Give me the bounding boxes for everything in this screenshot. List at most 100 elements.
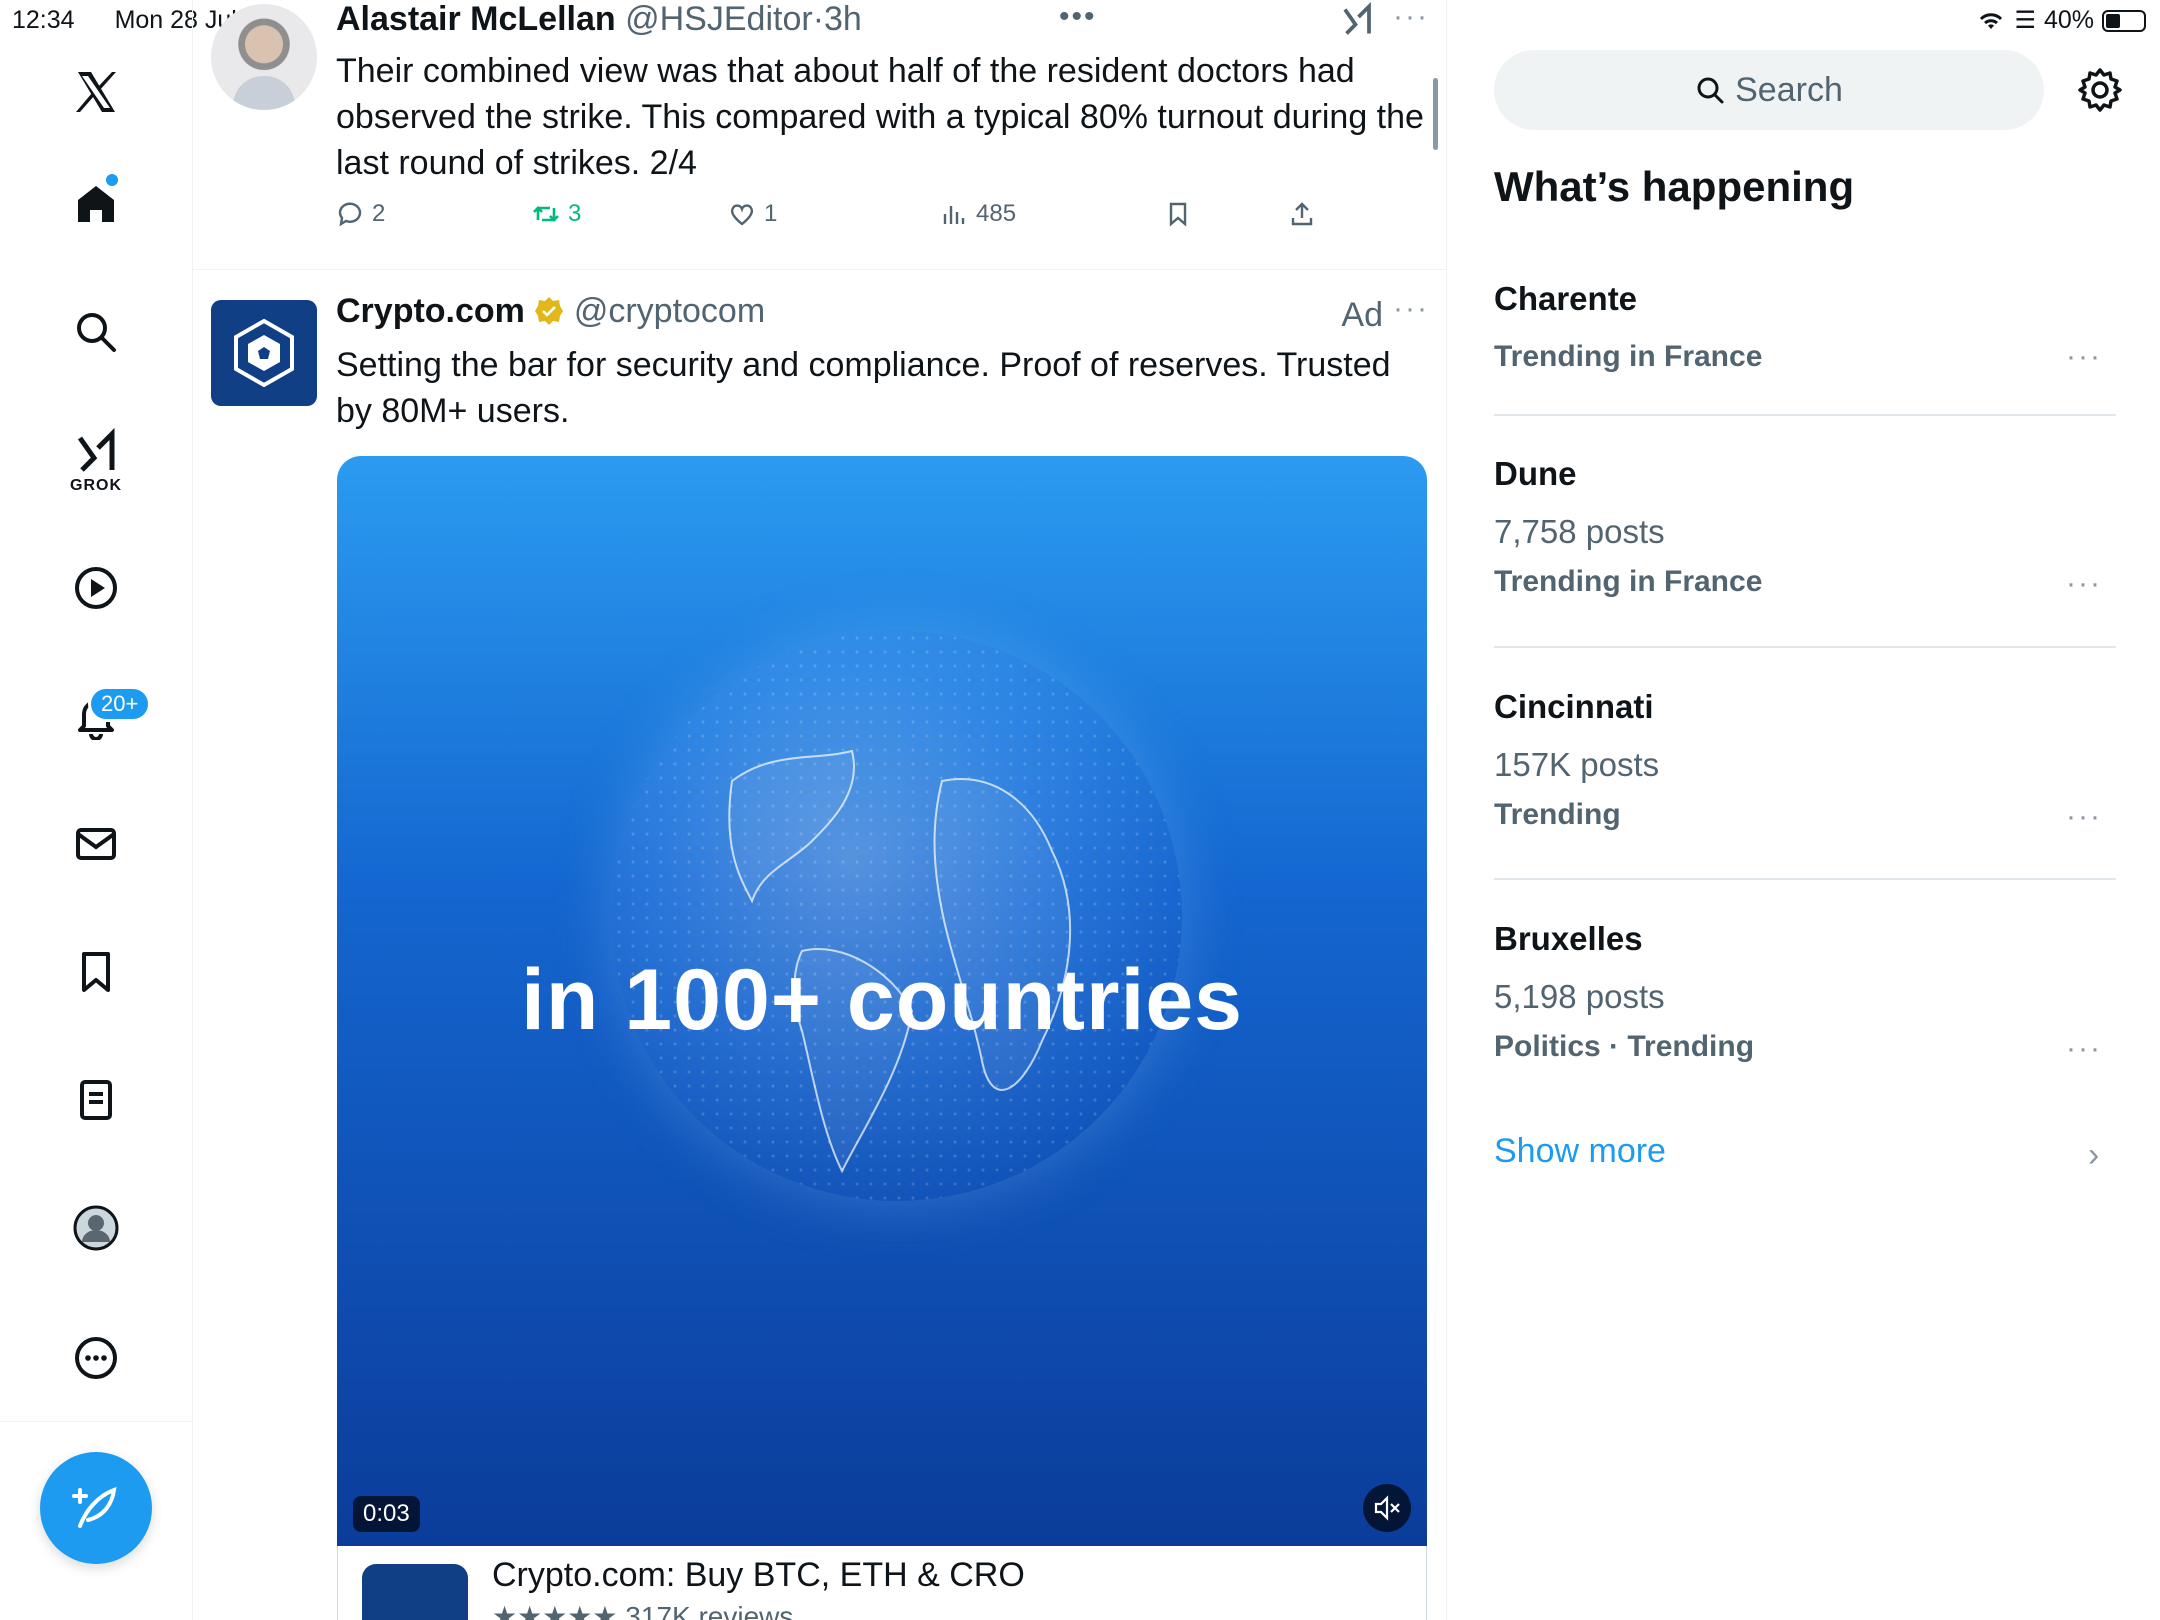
search-icon [1697, 77, 1724, 104]
tweet-header: Alastair McLellan @HSJEditor·3h [336, 0, 862, 39]
reply-button[interactable]: 2 [336, 200, 385, 228]
tweet-time[interactable]: 3h [824, 0, 862, 38]
author-handle[interactable]: @HSJEditor [625, 0, 813, 38]
trend-meta: Trending [1494, 798, 1621, 831]
timeline-feed[interactable]: Alastair McLellan @HSJEditor·3h ••• ··· … [193, 0, 1447, 1620]
reply-count: 2 [372, 200, 386, 227]
retweet-count: 3 [568, 200, 582, 227]
tweet[interactable]: Alastair McLellan @HSJEditor·3h ••• ··· … [193, 0, 1447, 270]
app-card[interactable]: Crypto.com: Buy BTC, ETH & CRO ★★★★★ 317… [337, 1546, 1427, 1620]
advertiser-handle[interactable]: @cryptocom [574, 292, 765, 330]
reply-icon [338, 202, 362, 227]
video-overlay-text: in 100+ countries [520, 952, 1243, 1048]
rating-stars: ★★★★★ [492, 1601, 618, 1620]
grok-tweet-icon[interactable] [1339, 2, 1375, 38]
ad-tweet[interactable]: Crypto.com @cryptocom Ad ··· Setting the… [193, 272, 1447, 1620]
page-indicator-dots-icon: ••• [1059, 0, 1097, 33]
trend-more-icon[interactable]: ··· [2066, 1032, 2102, 1066]
home-notification-dot [106, 174, 118, 186]
trend-meta: Trending in France [1494, 565, 1763, 598]
search-bar[interactable]: Search [1494, 50, 2044, 130]
heart-icon [730, 204, 754, 226]
app-icon [362, 1564, 468, 1620]
separator: · [812, 0, 825, 38]
advertiser-avatar[interactable] [211, 300, 317, 406]
list-icon[interactable] [64, 1068, 128, 1132]
section-title: What’s happening [1494, 163, 1855, 210]
trend-divider [1494, 878, 2116, 880]
video-player[interactable]: in 100+ countries 0:03 [337, 456, 1427, 1546]
crypto-com-logo-icon [234, 318, 294, 388]
profile-avatar-icon[interactable] [64, 1196, 128, 1260]
tweet-header: Crypto.com @cryptocom [336, 292, 765, 331]
speaker-muted-icon [1374, 1495, 1400, 1521]
trend-more-icon[interactable]: ··· [2066, 340, 2102, 374]
author-name[interactable]: Alastair McLellan [336, 0, 616, 38]
avatar-shirt [233, 76, 295, 110]
more-icon[interactable] [64, 1326, 128, 1390]
trend-item[interactable]: Bruxelles 5,198 posts Politics · Trendin… [1494, 920, 2116, 1066]
left-navigation: GROK 20+ [0, 0, 193, 1620]
tweet-more-icon[interactable]: ··· [1393, 292, 1429, 326]
review-count: 317K reviews [625, 1601, 794, 1620]
nav-divider [0, 1421, 193, 1422]
trend-meta: Politics · Trending [1494, 1030, 1755, 1063]
x-logo-icon[interactable] [64, 60, 128, 124]
bookmark-icon[interactable] [64, 940, 128, 1004]
share-icon [1291, 202, 1313, 226]
search-icon[interactable] [64, 300, 128, 364]
trend-more-icon[interactable]: ··· [2066, 567, 2102, 601]
tweet-more-icon[interactable]: ··· [1393, 0, 1429, 34]
share-button[interactable] [1288, 200, 1316, 228]
app-card-rating: ★★★★★ 317K reviews [492, 1600, 793, 1620]
gear-icon[interactable] [2076, 66, 2124, 114]
compose-button[interactable] [40, 1452, 152, 1564]
video-timer: 0:03 [353, 1496, 420, 1532]
trend-more-icon[interactable]: ··· [2066, 800, 2102, 834]
chevron-right-icon[interactable]: › [2088, 1136, 2099, 1175]
grok-icon[interactable] [64, 420, 128, 484]
app-card-title: Crypto.com: Buy BTC, ETH & CRO [492, 1556, 1025, 1594]
trend-name: Charente [1494, 280, 1638, 317]
scrollbar[interactable] [1433, 78, 1438, 150]
trend-name: Dune [1494, 455, 1577, 492]
views-count: 485 [976, 200, 1017, 227]
trend-divider [1494, 646, 2116, 648]
views-chart-icon [943, 206, 965, 224]
tweet-actions: 2 3 1 485 [336, 200, 1346, 240]
search-placeholder: Search [1735, 70, 1843, 109]
bookmark-button[interactable] [1164, 200, 1192, 228]
compose-feather-icon [72, 1486, 117, 1528]
like-count: 1 [764, 200, 778, 227]
trend-name: Bruxelles [1494, 920, 1643, 957]
play-video-icon[interactable] [64, 556, 128, 620]
retweet-button[interactable]: 3 [532, 200, 581, 228]
trend-divider [1494, 414, 2116, 416]
trend-item[interactable]: Charente Trending in France ··· [1494, 280, 2116, 374]
trend-item[interactable]: Dune 7,758 posts Trending in France ··· [1494, 455, 2116, 601]
views-button[interactable]: 485 [940, 200, 1016, 228]
trend-count: 5,198 posts [1494, 978, 1665, 1015]
grok-label: GROK [70, 477, 122, 494]
bookmark-icon [1169, 202, 1187, 227]
globe-graphic [612, 631, 1182, 1201]
trend-count: 157K posts [1494, 746, 1660, 783]
mail-icon[interactable] [64, 812, 128, 876]
author-avatar[interactable] [211, 4, 317, 110]
like-button[interactable]: 1 [728, 200, 777, 228]
home-icon[interactable] [64, 172, 128, 236]
tweet-text: Setting the bar for security and complia… [336, 346, 1391, 430]
trend-meta: Trending in France [1494, 340, 1763, 373]
trend-name: Cincinnati [1494, 688, 1654, 725]
advertiser-name[interactable]: Crypto.com [336, 292, 525, 330]
verified-badge-icon [535, 297, 564, 325]
trend-count: 7,758 posts [1494, 513, 1665, 550]
tweet-text: Their combined view was that about half … [336, 52, 1424, 182]
right-sidebar: Search What’s happening Charente Trendin… [1448, 0, 2160, 1620]
retweet-icon [533, 206, 559, 222]
show-more-link[interactable]: Show more [1494, 1132, 1666, 1171]
continents-outline [728, 749, 1072, 1174]
mute-button[interactable] [1363, 1484, 1411, 1532]
notifications-badge: 20+ [88, 686, 152, 722]
trend-item[interactable]: Cincinnati 157K posts Trending ··· [1494, 688, 2116, 834]
